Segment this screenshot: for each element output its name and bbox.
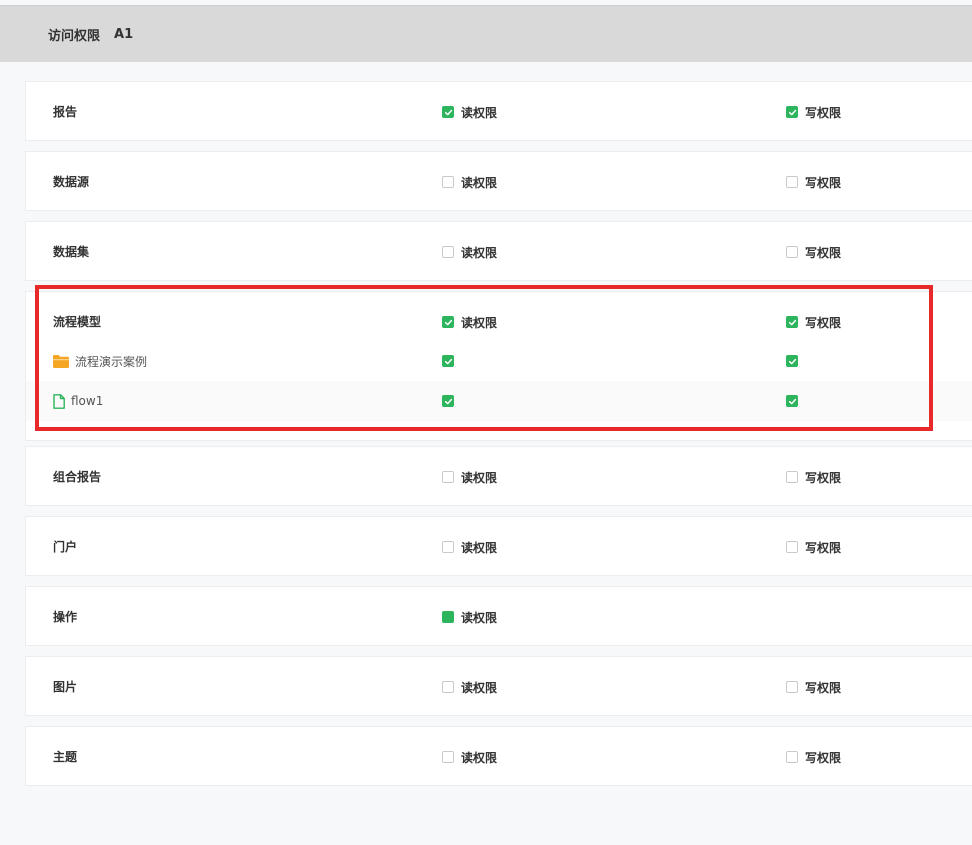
- write-permission-label: 写权限: [805, 315, 842, 330]
- write-permission-option[interactable]: 写权限: [786, 727, 841, 787]
- read-permission-label: 读权限: [461, 175, 498, 190]
- read-permission-label: 读权限: [461, 540, 498, 555]
- write-permission-option[interactable]: 写权限: [786, 222, 841, 282]
- read-checkbox[interactable]: [442, 471, 454, 483]
- write-permission-label: 写权限: [805, 105, 842, 120]
- write-permission-label: 写权限: [805, 750, 842, 765]
- resource-write-checkbox[interactable]: [786, 355, 798, 367]
- write-checkbox[interactable]: [786, 751, 798, 763]
- file-icon: [53, 393, 65, 409]
- read-checkbox[interactable]: [442, 681, 454, 693]
- permission-card: 数据源 读权限 写权限: [25, 151, 972, 211]
- permission-card: 门户 读权限 写权限: [25, 516, 972, 576]
- write-permission-option[interactable]: 写权限: [786, 657, 841, 717]
- read-permission-label: 读权限: [461, 610, 498, 625]
- write-checkbox[interactable]: [786, 176, 798, 188]
- write-permission-label: 写权限: [805, 680, 842, 695]
- resource-write-checkbox[interactable]: [786, 395, 798, 407]
- permission-row: 门户 读权限 写权限: [26, 517, 972, 577]
- role-name: A1: [114, 26, 134, 42]
- permission-row: 数据集 读权限 写权限: [26, 222, 972, 282]
- write-checkbox[interactable]: [786, 471, 798, 483]
- permission-card: 图片 读权限 写权限: [25, 656, 972, 716]
- read-permission-option[interactable]: 读权限: [442, 82, 497, 142]
- resource-row: 流程演示案例: [26, 341, 972, 381]
- read-checkbox[interactable]: [442, 246, 454, 258]
- permission-row: 主题 读权限 写权限: [26, 727, 972, 787]
- read-permission-option[interactable]: 读权限: [442, 222, 497, 282]
- category-name: 报告: [53, 105, 78, 119]
- page-title: 访问权限: [48, 28, 101, 44]
- permission-row: 数据源 读权限 写权限: [26, 152, 972, 212]
- category-name: 图片: [53, 680, 78, 694]
- resource-read-checkbox[interactable]: [442, 355, 454, 367]
- category-name: 数据源: [53, 175, 90, 189]
- read-permission-option[interactable]: 读权限: [442, 587, 497, 647]
- read-permission-label: 读权限: [461, 470, 498, 485]
- resource-row: flow1: [26, 381, 972, 421]
- read-permission-label: 读权限: [461, 750, 498, 765]
- write-permission-option[interactable]: 写权限: [786, 152, 841, 212]
- read-checkbox[interactable]: [442, 106, 454, 118]
- category-name: 门户: [53, 540, 78, 554]
- resource-name: 流程演示案例: [75, 354, 148, 369]
- write-checkbox[interactable]: [786, 316, 798, 328]
- read-permission-option[interactable]: 读权限: [442, 152, 497, 212]
- write-permission-label: 写权限: [805, 470, 842, 485]
- write-checkbox[interactable]: [786, 246, 798, 258]
- category-name: 主题: [53, 750, 78, 764]
- write-checkbox[interactable]: [786, 106, 798, 118]
- write-permission-label: 写权限: [805, 245, 842, 260]
- write-checkbox[interactable]: [786, 541, 798, 553]
- permission-card: 操作 读权限: [25, 586, 972, 646]
- permission-card: 组合报告 读权限 写权限: [25, 446, 972, 506]
- read-permission-label: 读权限: [461, 315, 498, 330]
- permission-card: 报告 读权限 写权限: [25, 81, 972, 141]
- resource-name: flow1: [71, 394, 104, 408]
- write-permission-label: 写权限: [805, 540, 842, 555]
- permission-card: 主题 读权限 写权限: [25, 726, 972, 786]
- read-permission-option[interactable]: 读权限: [442, 517, 497, 577]
- read-permission-label: 读权限: [461, 105, 498, 120]
- write-permission-label: 写权限: [805, 175, 842, 190]
- permission-row: 操作 读权限: [26, 587, 972, 647]
- read-checkbox[interactable]: [442, 176, 454, 188]
- permission-card: 数据集 读权限 写权限: [25, 221, 972, 281]
- write-checkbox[interactable]: [786, 681, 798, 693]
- resource-item[interactable]: flow1: [53, 381, 103, 421]
- folder-icon: [53, 354, 69, 368]
- resource-item[interactable]: 流程演示案例: [53, 341, 147, 381]
- permission-row: 图片 读权限 写权限: [26, 657, 972, 717]
- read-permission-option[interactable]: 读权限: [442, 727, 497, 787]
- resource-read-checkbox[interactable]: [442, 395, 454, 407]
- read-permission-label: 读权限: [461, 680, 498, 695]
- read-checkbox[interactable]: [442, 611, 454, 623]
- category-name: 数据集: [53, 245, 90, 259]
- read-permission-label: 读权限: [461, 245, 498, 260]
- read-permission-option[interactable]: 读权限: [442, 447, 497, 507]
- write-permission-option[interactable]: 写权限: [786, 517, 841, 577]
- permission-row: 组合报告 读权限 写权限: [26, 447, 972, 507]
- read-checkbox[interactable]: [442, 316, 454, 328]
- write-permission-option[interactable]: 写权限: [786, 447, 841, 507]
- write-permission-option[interactable]: 写权限: [786, 82, 841, 142]
- read-checkbox[interactable]: [442, 541, 454, 553]
- permission-card: 流程模型 读权限 写权限 流程演示案例 flow1: [25, 291, 972, 441]
- category-name: 操作: [53, 610, 78, 624]
- page-header: 访问权限 A1: [0, 5, 972, 62]
- category-name: 组合报告: [53, 470, 102, 484]
- read-permission-option[interactable]: 读权限: [442, 657, 497, 717]
- read-checkbox[interactable]: [442, 751, 454, 763]
- permission-row: 报告 读权限 写权限: [26, 82, 972, 142]
